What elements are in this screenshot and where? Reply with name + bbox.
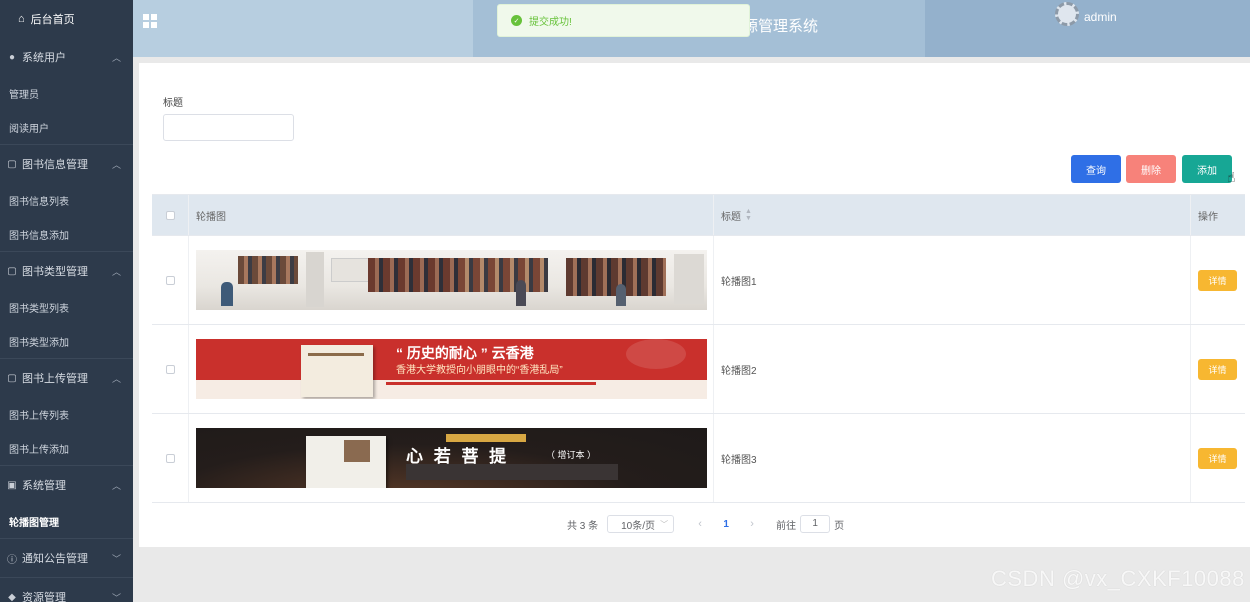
sidebar-home[interactable]: ⌂ 后台首页 [0, 0, 133, 38]
goto-page-input[interactable]: 1 [800, 515, 831, 533]
sidebar-group-title-book-type[interactable]: ▢ 图书类型管理 ︿ [0, 252, 133, 290]
sidebar-group-title-notice[interactable]: ⓘ 通知公告管理 ﹀ [0, 539, 133, 577]
sidebar-group-label: 图书上传管理 [22, 373, 88, 385]
chevron-up-icon: ︿ [111, 266, 121, 277]
carousel-image [196, 250, 707, 310]
mouse-pointer-icon: ☝ [1227, 169, 1236, 185]
system-title: 源管理系统 [743, 18, 819, 35]
detail-button[interactable]: 详情 [1198, 447, 1237, 469]
page-size-select[interactable]: 10条/页 ﹀ [607, 515, 675, 533]
sidebar-item-readers[interactable]: 阅读用户 [0, 110, 133, 144]
pagination-total: 共 3 条 [567, 520, 599, 532]
sidebar: ⌂ 后台首页 ● 系统用户 ︿ 管理员 阅读用户 ▢ 图书信息管理 ︿ 图书信息… [0, 0, 133, 602]
sidebar-group-upload: ▢ 图书上传管理 ︿ 图书上传列表 图书上传添加 [0, 359, 133, 466]
user-name[interactable]: admin [1084, 10, 1117, 24]
location-icon: ◆ [8, 591, 16, 602]
title-filter-input[interactable] [163, 114, 294, 141]
sidebar-group-label: 系统用户 [22, 52, 66, 64]
chevron-down-icon: ﹀ [660, 519, 669, 529]
carousel-table: 轮播图 标题 ▲ ▼ 操作 轮播图1 详情 “ 历史的耐心 ” 云香港 香港大学… [152, 194, 1245, 503]
prev-page-button[interactable]: ‹ [690, 518, 710, 530]
table-row: 心 若 菩 提 （ 增订本 ） 轮播图3 详情 [152, 414, 1245, 503]
row-title: 轮播图2 [714, 325, 1191, 413]
sidebar-item-type-add[interactable]: 图书类型添加 [0, 324, 133, 358]
page-number[interactable]: 1 [716, 519, 736, 530]
user-icon: ● [8, 51, 16, 63]
sidebar-item-admins[interactable]: 管理员 [0, 76, 133, 110]
goto-label: 前往 [776, 520, 797, 532]
sidebar-home-label: 后台首页 [30, 14, 75, 26]
table-header: 轮播图 标题 ▲ ▼ 操作 [152, 195, 1245, 236]
toast-message: 提交成功! [529, 17, 572, 28]
pagination: 共 3 条 10条/页 ﹀ ‹ 1 › 前往 1 页 [567, 514, 844, 534]
banner-headline: “ 历史的耐心 ” 云香港 [396, 345, 534, 361]
delete-button[interactable]: 删除 [1126, 155, 1176, 183]
sort-icon[interactable]: ▲ ▼ [745, 208, 752, 222]
sidebar-group-users: ● 系统用户 ︿ 管理员 阅读用户 [0, 38, 133, 145]
sidebar-group-label: 图书类型管理 [22, 266, 88, 278]
check-circle-icon: ✓ [511, 15, 522, 26]
sidebar-item-upload-add[interactable]: 图书上传添加 [0, 431, 133, 465]
sidebar-group-resource: ◆ 资源管理 ﹀ [0, 578, 133, 602]
avatar[interactable] [1055, 2, 1079, 26]
chevron-down-icon: ﹀ [111, 553, 121, 564]
sidebar-group-title-upload[interactable]: ▢ 图书上传管理 ︿ [0, 359, 133, 397]
success-toast: ✓ 提交成功! [497, 4, 750, 37]
title-filter-label: 标题 [163, 98, 183, 109]
table-row: 轮播图1 详情 [152, 236, 1245, 325]
banner-subline: 香港大学教授向小朋眼中的“香港乱局” [396, 365, 563, 376]
column-header-image: 轮播图 [189, 195, 714, 235]
sidebar-item-book-list[interactable]: 图书信息列表 [0, 183, 133, 217]
document-icon: ▢ [7, 158, 17, 170]
sidebar-item-carousel[interactable]: 轮播图管理 [0, 504, 133, 538]
sidebar-group-label: 图书信息管理 [22, 159, 88, 171]
watermark: CSDN @vx_CXKF10088 [991, 566, 1245, 591]
carousel-image: 心 若 菩 提 （ 增订本 ） [196, 428, 707, 488]
chevron-up-icon: ︿ [111, 52, 121, 63]
document-icon: ▢ [7, 372, 17, 384]
next-page-button[interactable]: › [742, 518, 762, 530]
column-header-ops: 操作 [1198, 211, 1218, 223]
add-button[interactable]: 添加 [1182, 155, 1232, 183]
sidebar-item-type-list[interactable]: 图书类型列表 [0, 290, 133, 324]
sidebar-group-label: 资源管理 [22, 592, 66, 602]
sidebar-group-label: 系统管理 [22, 480, 66, 492]
menu-toggle-icon[interactable] [143, 14, 157, 28]
sidebar-group-label: 通知公告管理 [22, 553, 88, 565]
document-icon: ▢ [7, 265, 17, 277]
home-icon: ⌂ [18, 13, 25, 25]
sidebar-group-title-system[interactable]: ▣ 系统管理 ︿ [0, 466, 133, 504]
select-all-checkbox[interactable] [165, 210, 175, 220]
sidebar-item-book-add[interactable]: 图书信息添加 [0, 217, 133, 251]
main-content: 标题 查询 删除 添加 ☝ 轮播图 标题 ▲ ▼ 操作 轮播图1 详情 “ 历史… [139, 63, 1250, 547]
sidebar-group-title-resource[interactable]: ◆ 资源管理 ﹀ [0, 578, 133, 602]
chevron-up-icon: ︿ [111, 159, 121, 170]
row-title: 轮播图3 [714, 414, 1191, 502]
query-button[interactable]: 查询 [1071, 155, 1121, 183]
sidebar-group-title-users[interactable]: ● 系统用户 ︿ [0, 38, 133, 76]
sidebar-group-book-info: ▢ 图书信息管理 ︿ 图书信息列表 图书信息添加 [0, 145, 133, 252]
detail-button[interactable]: 详情 [1198, 358, 1237, 380]
chevron-up-icon: ︿ [111, 480, 121, 491]
column-header-title[interactable]: 标题 ▲ ▼ [714, 195, 1191, 235]
sidebar-group-title-book-info[interactable]: ▢ 图书信息管理 ︿ [0, 145, 133, 183]
chart-icon: ▣ [7, 479, 17, 491]
banner-tag: （ 增订本 ） [546, 450, 597, 460]
sidebar-group-book-type: ▢ 图书类型管理 ︿ 图书类型列表 图书类型添加 [0, 252, 133, 359]
sidebar-group-system: ▣ 系统管理 ︿ 轮播图管理 [0, 466, 133, 539]
carousel-image: “ 历史的耐心 ” 云香港 香港大学教授向小朋眼中的“香港乱局” [196, 339, 707, 399]
sidebar-item-upload-list[interactable]: 图书上传列表 [0, 397, 133, 431]
info-icon: ⓘ [7, 554, 17, 566]
row-checkbox[interactable] [165, 275, 175, 285]
table-row: “ 历史的耐心 ” 云香港 香港大学教授向小朋眼中的“香港乱局” 轮播图2 详情 [152, 325, 1245, 414]
detail-button[interactable]: 详情 [1198, 269, 1237, 291]
row-title: 轮播图1 [714, 236, 1191, 324]
page-suffix: 页 [834, 520, 845, 532]
sidebar-group-notice: ⓘ 通知公告管理 ﹀ [0, 539, 133, 578]
row-checkbox[interactable] [165, 453, 175, 463]
chevron-down-icon: ﹀ [111, 592, 121, 602]
row-checkbox[interactable] [165, 364, 175, 374]
chevron-up-icon: ︿ [111, 373, 121, 384]
